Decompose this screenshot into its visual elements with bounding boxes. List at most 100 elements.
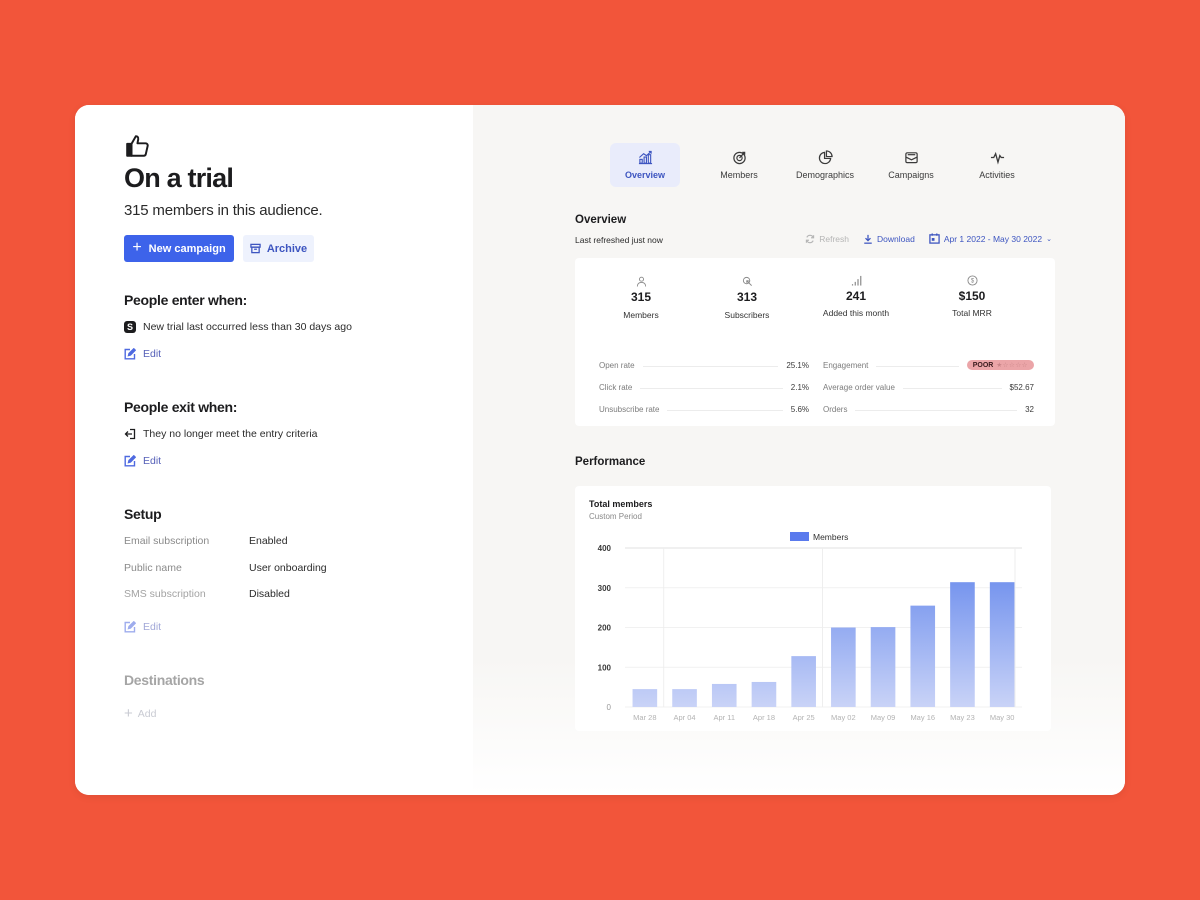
stat-value: $150 [958,289,986,303]
bar-apr-04 [672,689,697,707]
download-button[interactable]: Download [863,234,915,244]
metric-unsubscribe-rate: Unsubscribe rate 5.6% [599,398,809,420]
stat-value: 313 [736,290,758,304]
bar-may-30 [989,582,1015,707]
x-tick-label: Mar 28 [633,713,656,722]
exit-rule-text: They no longer meet the entry criteria [143,428,318,440]
bar-mar-28 [632,689,658,707]
metric-click-rate: Click rate 2.1% [599,376,809,398]
bar-may-23 [950,582,975,707]
exit-rule: They no longer meet the entry criteria [124,428,318,440]
target-icon [732,151,746,165]
edit-entry-link[interactable]: Edit [124,348,161,360]
edit-exit-link[interactable]: Edit [124,455,161,467]
x-tick-label: Apr 04 [673,713,695,722]
stat-added-this-month: 241 Added this month [801,275,911,318]
segment-s-icon: S [124,321,136,333]
edit-icon [124,621,136,633]
metric-value: 5.6% [790,404,809,414]
add-destination-label: Add [137,707,157,720]
stat-label: Members [623,310,659,320]
tab-activities[interactable]: Activities [954,143,1040,187]
setup-row-email: Email subscription Enabled [124,535,288,547]
exit-arrow-icon [124,428,136,440]
new-campaign-button[interactable]: + New campaign [124,235,234,262]
archive-icon [250,243,261,254]
plus-icon: + [124,705,133,722]
archive-label: Archive [266,242,308,255]
metric-open-rate: Open rate 25.1% [599,354,809,376]
overview-heading: Overview [575,214,627,226]
metric-key: Click rate [599,382,633,392]
y-tick-label: 100 [598,663,612,672]
setup-value: User onboarding [249,562,327,574]
total-members-chart-card: Total members Custom Period 0 100 200 300 40… [575,486,1051,731]
refresh-button[interactable]: Refresh [805,234,849,244]
bar-apr-25 [791,656,816,707]
audience-card: On a trial 315 members in this audience.… [75,105,1125,795]
setup-value: Enabled [249,535,288,547]
tab-demographics[interactable]: Demographics [782,143,868,187]
edit-setup-label: Edit [143,621,162,633]
x-tick-label: May 09 [871,713,896,722]
bar-may-16 [910,605,936,707]
tab-members[interactable]: Members [696,143,782,187]
bar-chart-icon [638,150,652,165]
download-label: Download [877,233,915,244]
add-destination-link[interactable]: + Add [124,706,156,721]
x-tick-label: May 02 [831,713,856,722]
thumbs-up-icon [126,135,149,157]
refresh-label: Refresh [819,233,850,244]
download-icon [864,234,872,244]
x-tick-label: May 30 [990,713,1015,722]
members-bar-chart: 0 100 200 300 400 Mar 28 Apr 04 Apr 11 Apr 18 Apr… [598,532,1022,722]
y-tick-label: 0 [607,703,612,712]
y-tick-label: 200 [598,624,612,633]
metric-key: Average order value [823,382,895,392]
setup-key: Public name [124,562,182,574]
date-range-picker[interactable]: Apr 1 2022 - May 30 2022 ⌄ [929,233,1052,244]
metric-average-order-value: Average order value $52.67 [823,376,1034,398]
performance-heading: Performance [575,456,646,468]
svg-text:$: $ [970,279,974,285]
tab-overview[interactable]: Overview [610,143,680,187]
x-tick-label: May 23 [950,713,975,722]
tab-overview-label: Overview [624,170,666,180]
edit-setup-link[interactable]: Edit [124,621,161,633]
setup-key: Email subscription [124,535,210,547]
date-range-text: Apr 1 2022 - May 30 2022 [943,233,1043,244]
dollar-circle-icon: $ [966,275,978,286]
activity-icon [990,151,1004,165]
setup-row-public-name: Public name User onboarding [124,562,327,574]
edit-icon [124,455,136,467]
pie-chart-icon [818,150,833,165]
signal-bars-icon [851,275,861,286]
metric-value: 25.1% [786,360,809,370]
x-tick-label: Apr 18 [753,713,775,722]
metrics-right: Engagement POOR ★☆☆☆☆ Average order valu… [823,354,1034,420]
bar-apr-18 [751,681,777,707]
entry-rule-text: New trial last occurred less than 30 day… [143,321,352,333]
stat-label: Subscribers [724,310,770,320]
archive-button[interactable]: Archive [243,235,314,262]
cursor-click-icon [742,276,752,286]
tab-campaigns[interactable]: Campaigns [868,143,954,187]
stat-total-mrr: $ $150 Total MRR [917,275,1027,318]
engagement-badge: POOR ★☆☆☆☆ [966,360,1034,370]
edit-entry-label: Edit [143,348,162,360]
stat-members: 315 Members [586,276,696,320]
audience-member-count: 315 members in this audience. [124,202,323,219]
entry-rule: S New trial last occurred less than 30 d… [124,321,352,333]
chevron-down-icon: ⌄ [1046,235,1052,243]
metric-key: Engagement [823,360,869,370]
legend-label: Members [813,532,848,542]
plus-icon: + [132,239,142,256]
x-tick-label: Apr 11 [713,713,735,722]
new-campaign-label: New campaign [148,242,226,255]
inbox-icon [904,152,918,164]
audience-details-panel: On a trial 315 members in this audience.… [75,105,473,795]
analytics-panel: Overview Members Demographics Campaigns [473,105,1125,795]
analytics-tabs: Overview Members Demographics Campaigns [610,143,1040,187]
bar-apr-11 [711,683,737,707]
y-tick-label: 400 [598,544,612,553]
